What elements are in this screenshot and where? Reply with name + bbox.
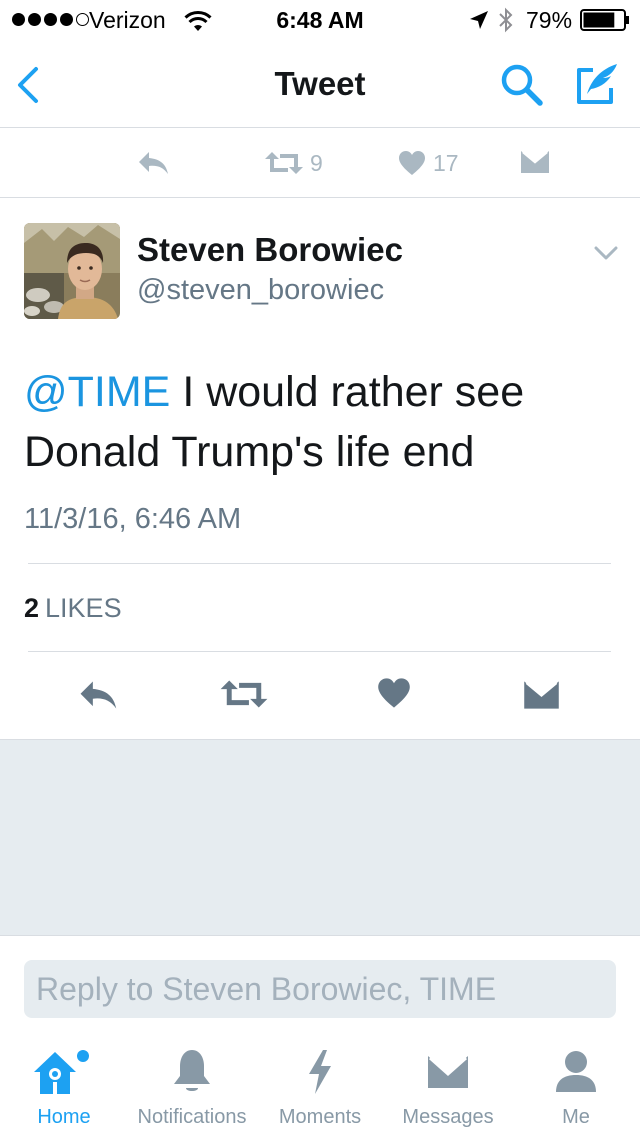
like-icon[interactable] [398, 150, 426, 176]
divider [28, 651, 611, 652]
tab-label: Home [37, 1106, 91, 1128]
lightning-icon [309, 1050, 331, 1094]
compose-icon[interactable] [573, 60, 621, 108]
tweet-text: @TIME I would rather see Donald Trump's … [24, 362, 624, 482]
envelope-icon[interactable] [520, 150, 550, 174]
tab-label: Notifications [137, 1106, 247, 1128]
empty-replies-area [0, 739, 640, 936]
top-action-bar: 9 17 [0, 128, 640, 198]
envelope-icon [428, 1056, 468, 1088]
like-icon[interactable] [377, 677, 411, 709]
person-icon [556, 1051, 596, 1092]
retweet-icon[interactable] [219, 678, 269, 710]
author-handle[interactable]: @steven_borowiec [137, 273, 384, 307]
retweet-icon[interactable] [264, 150, 304, 176]
likes-label: LIKES [45, 593, 122, 623]
tab-moments[interactable]: Moments [256, 1040, 384, 1136]
likes-summary[interactable]: 2 LIKES [24, 592, 122, 624]
status-bar: Verizon 6:48 AM 79% [0, 0, 640, 40]
location-arrow-icon [470, 11, 488, 29]
envelope-icon[interactable] [523, 680, 560, 710]
divider [28, 563, 611, 564]
search-icon[interactable] [499, 62, 545, 108]
chevron-down-icon[interactable] [594, 245, 618, 261]
reply-icon[interactable] [137, 150, 171, 176]
tweet-timestamp: 11/3/16, 6:46 AM [24, 503, 242, 535]
notification-badge [77, 1050, 89, 1062]
tab-label: Messages [402, 1106, 494, 1128]
reply-icon[interactable] [78, 679, 120, 711]
navigation-bar: Tweet [0, 40, 640, 128]
tab-label: Me [562, 1106, 590, 1128]
avatar[interactable] [24, 223, 120, 319]
like-count: 17 [433, 150, 459, 176]
tab-label: Moments [278, 1106, 362, 1128]
retweet-count: 9 [310, 150, 323, 176]
tab-messages[interactable]: Messages [384, 1040, 512, 1136]
tab-notifications[interactable]: Notifications [128, 1040, 256, 1136]
author-name[interactable]: Steven Borowiec [137, 231, 403, 269]
bluetooth-icon [499, 7, 513, 33]
mention-link[interactable]: @TIME [24, 368, 170, 416]
tab-home[interactable]: Home [0, 1040, 128, 1136]
likes-count: 2 [24, 593, 40, 623]
home-icon [34, 1050, 89, 1094]
battery-percent: 79% [526, 7, 573, 33]
battery-icon [580, 9, 629, 31]
bell-icon [174, 1050, 210, 1091]
tab-me[interactable]: Me [512, 1040, 640, 1136]
reply-input[interactable] [24, 960, 616, 1018]
